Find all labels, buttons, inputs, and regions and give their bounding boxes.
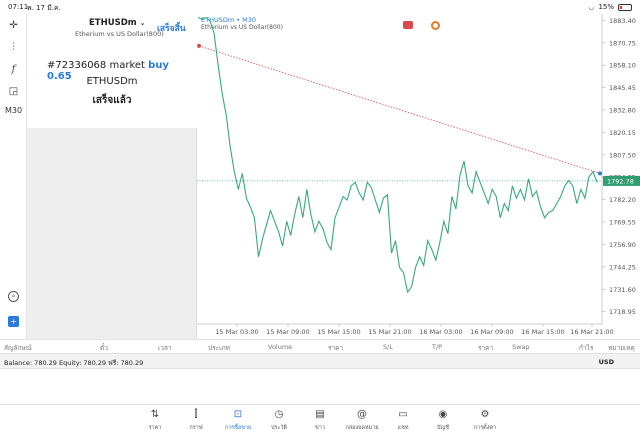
nav-charts[interactable]: ⫿ กราฟ (177, 409, 215, 432)
account-currency: USD (598, 358, 614, 366)
order-symbol: ETHUSDm (86, 76, 138, 87)
current-price-label: 1792.78 (607, 177, 634, 185)
y-tick-label: 1845.45 (609, 84, 636, 92)
news-book-icon: ▤ (315, 409, 325, 420)
status-time: 07:11 (8, 3, 29, 11)
y-tick-label: 1718.95 (609, 308, 636, 316)
trend-line-start-point (197, 43, 201, 48)
y-tick-label: 1820.15 (609, 129, 636, 137)
col-price-current[interactable]: ราคา (478, 343, 493, 353)
y-tick-label: 1756.90 (609, 241, 636, 249)
order-id: #72336068 (47, 60, 107, 71)
order-panel: ETHUSDm ⌄ Etherium vs US Dollar(800) เสร… (27, 14, 197, 339)
y-tick-label: 1870.75 (609, 39, 636, 47)
chart-toolbar: ✛ ⫶ f ◲ M30 ⌕ + (0, 14, 27, 339)
nav-chat-label: แชท (397, 425, 409, 431)
col-volume[interactable]: Volume (268, 343, 292, 351)
nav-mailbox-label: กล่องจดหมาย (345, 425, 379, 431)
balance-bar: Balance: 780.29 Equity: 780.29 ฟรี: 780.… (0, 353, 640, 369)
nav-trade[interactable]: ⊡ การซื้อขาย (219, 409, 257, 432)
nav-account[interactable]: ◉ บัญชี (424, 409, 462, 432)
settings-gear-icon: ⚙ (480, 409, 490, 420)
y-tick-label: 1782.20 (609, 196, 636, 204)
add-order-icon[interactable]: + (8, 316, 19, 327)
nav-settings-label: การตั้งค่า (473, 425, 497, 431)
col-tp[interactable]: T/P (432, 343, 442, 351)
history-clock-icon: ◷ (274, 409, 284, 420)
col-price[interactable]: ราคา (328, 343, 343, 353)
y-tick-label: 1883.40 (609, 17, 636, 25)
price-series-line (197, 16, 598, 294)
nav-account-label: บัญชี (437, 425, 449, 431)
balance-summary: Balance: 780.29 Equity: 780.29 ฟรี: 780.… (4, 359, 144, 367)
symbol-name: ETHUSDm (89, 18, 137, 28)
chat-bubble-icon: ▭ (398, 409, 408, 420)
x-tick-label: 15 Mar 15:00 (317, 328, 360, 336)
trade-chart-icon: ⊡ (233, 409, 243, 420)
y-tick-label: 1858.10 (609, 62, 636, 70)
nav-history-label: ประวัติ (270, 425, 288, 431)
col-note[interactable]: หมายเหตุ (608, 343, 635, 353)
zoom-icon[interactable]: ⌕ (8, 291, 19, 302)
col-profit[interactable]: กำไร (579, 343, 593, 353)
indicators-icon[interactable]: f (6, 62, 21, 77)
chevron-down-icon: ⌄ (139, 19, 146, 27)
mail-at-icon: @ (357, 409, 367, 420)
account-user-icon: ◉ (438, 409, 448, 420)
x-tick-label: 16 Mar 09:00 (470, 328, 513, 336)
objects-icon[interactable]: ◲ (6, 84, 21, 99)
bottom-navigation: ⇅ ราคา ⫿ กราฟ ⊡ การซื้อขาย ◷ ประวัติ ▤ ข… (0, 404, 640, 447)
nav-news[interactable]: ▤ ข่าว (301, 409, 339, 432)
col-tick[interactable]: ตั๋ว (100, 343, 108, 353)
battery-icon (618, 3, 632, 11)
crosshair-icon[interactable]: ✛ (6, 18, 21, 33)
x-tick-label: 16 Mar 03:00 (419, 328, 462, 336)
col-type[interactable]: ประเภท (208, 343, 230, 353)
trend-line-end-point (598, 171, 602, 176)
status-right: ◡ 15% (588, 3, 632, 11)
x-tick-label: 16 Mar 15:00 (521, 328, 564, 336)
col-time[interactable]: เวลา (158, 343, 172, 353)
quotes-arrows-icon: ⇅ (150, 409, 160, 420)
done-button[interactable]: เสร็จสิ้น (157, 21, 186, 35)
y-tick-label: 1744.25 (609, 263, 636, 271)
status-bar: 07:11 พ. 17 มี.ค. ◡ 15% (0, 0, 640, 14)
nav-charts-label: กราฟ (189, 425, 203, 431)
y-tick-label: 1769.55 (609, 219, 636, 227)
order-type: market (109, 60, 145, 71)
order-head: ETHUSDm ⌄ Etherium vs US Dollar(800) เสร… (27, 14, 197, 128)
nav-news-label: ข่าว (315, 425, 325, 431)
nav-quotes[interactable]: ⇅ ราคา (136, 409, 174, 432)
nav-chat[interactable]: ▭ แชท (384, 409, 422, 432)
nav-mailbox[interactable]: @ กล่องจดหมาย (343, 409, 381, 432)
candles-icon: ⫿ (194, 409, 198, 420)
y-tick-label: 1731.60 (609, 286, 636, 294)
nav-trade-label: การซื้อขาย (224, 425, 252, 431)
col-swap[interactable]: Swap (512, 343, 530, 351)
x-tick-label: 15 Mar 03:00 (215, 328, 258, 336)
symbol-description: Etherium vs US Dollar(800) (75, 30, 164, 38)
y-tick-label: 1832.80 (609, 107, 636, 115)
col-sl[interactable]: S/L (383, 343, 393, 351)
trend-line (198, 45, 601, 174)
order-status: เสร็จแล้ว (92, 95, 132, 106)
nav-quotes-label: ราคา (148, 425, 162, 431)
trade-table-header: สัญลักษณ์ ตั๋ว เวลา ประเภท Volume ราคา S… (0, 339, 640, 353)
chart-type-icon[interactable]: ⫶ (6, 40, 21, 55)
nav-history[interactable]: ◷ ประวัติ (260, 409, 298, 432)
timeframe-button[interactable]: M30 (5, 106, 22, 115)
col-symbol[interactable]: สัญลักษณ์ (4, 343, 32, 353)
y-tick-label: 1807.50 (609, 151, 636, 159)
symbol-selector[interactable]: ETHUSDm ⌄ (89, 18, 146, 28)
wifi-icon: ◡ (588, 3, 595, 11)
x-tick-label: 15 Mar 21:00 (368, 328, 411, 336)
x-tick-label: 15 Mar 09:00 (266, 328, 309, 336)
nav-settings[interactable]: ⚙ การตั้งค่า (466, 409, 504, 432)
status-date: พ. 17 มี.ค. (27, 4, 61, 12)
price-chart[interactable]: ETHUSDm • M30 Etherium vs US Dollar(800)… (197, 14, 640, 339)
chart-canvas: 1883.40 1870.75 1858.10 1845.45 1832.80 1820.… (197, 14, 640, 336)
x-tick-label: 16 Mar 21:00 (570, 328, 613, 336)
battery-percent: 15% (598, 3, 614, 11)
